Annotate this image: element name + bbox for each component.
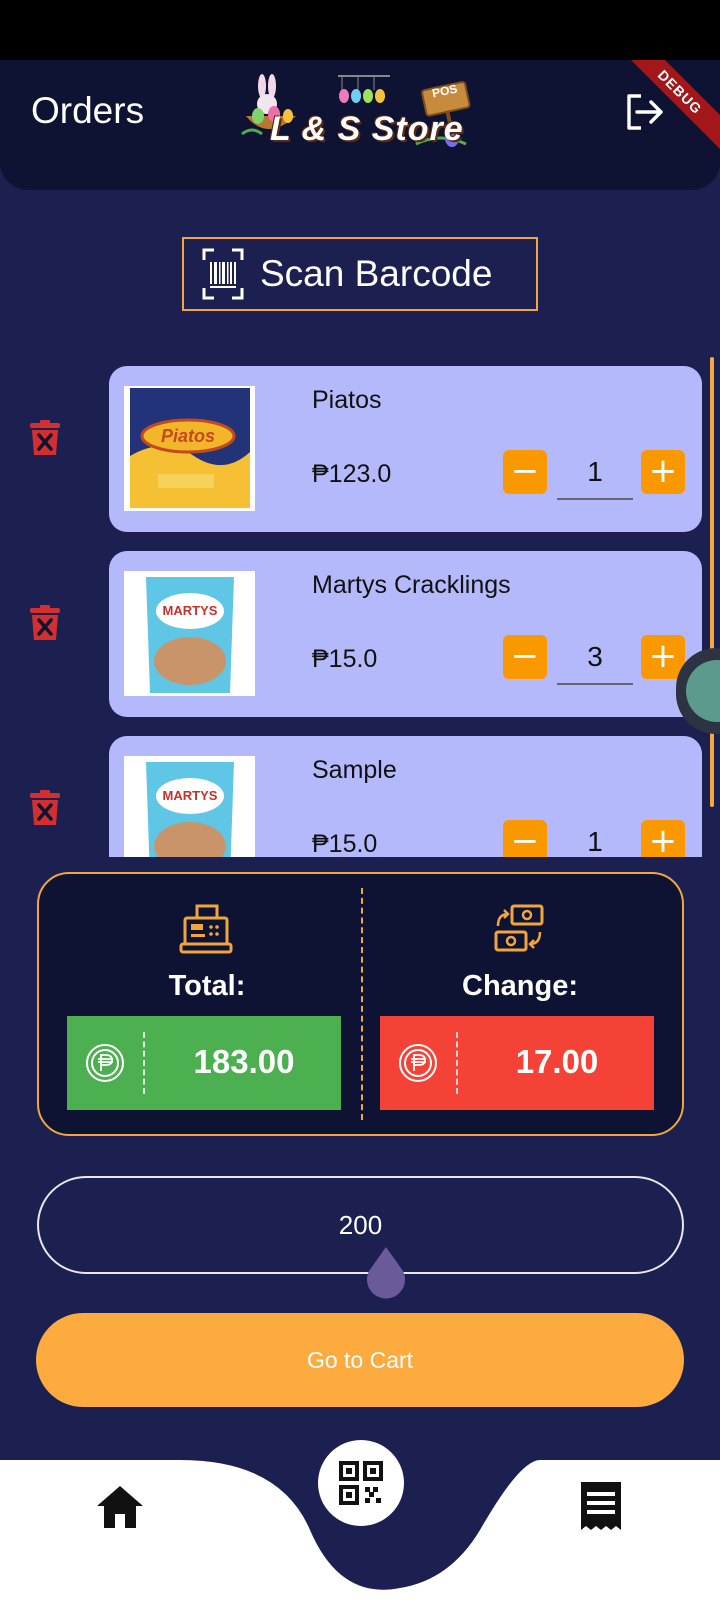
cash-register-icon [179, 904, 233, 954]
svg-text:MARTYS: MARTYS [163, 603, 218, 618]
change-label: Change: [462, 970, 578, 1002]
minus-icon: − [510, 636, 540, 676]
product-price: ₱15.0 [312, 830, 378, 857]
product-name: Sample [312, 756, 397, 784]
go-to-cart-button[interactable]: Go to Cart [36, 1313, 684, 1407]
product-price: ₱15.0 [312, 645, 378, 673]
peso-coin-icon [399, 1044, 437, 1082]
plus-button[interactable]: + [641, 450, 685, 494]
quantity-field[interactable]: 3 [557, 635, 633, 685]
peso-coin-icon [86, 1044, 124, 1082]
total-label: Total: [168, 970, 246, 1002]
status-bar [0, 0, 720, 60]
product-image: MARTYS [124, 756, 255, 857]
money-exchange-icon [494, 904, 544, 952]
plus-icon: + [648, 451, 678, 491]
product-name: Piatos [312, 386, 382, 414]
payment-summary: Total: 183.00 Change: 17.00 [37, 872, 684, 1136]
qr-code-icon [339, 1461, 383, 1505]
trash-icon[interactable] [26, 604, 64, 642]
page-title: Orders [31, 90, 145, 131]
change-section: Change: 17.00 [380, 874, 660, 1134]
list-item: MARTYS Martys Cracklings ₱15.0 − 3 + [0, 530, 720, 717]
plus-icon: + [648, 636, 678, 676]
product-image: Piatos [124, 386, 255, 511]
scan-barcode-button[interactable]: Scan Barcode [182, 237, 538, 311]
change-box: 17.00 [380, 1016, 654, 1110]
bubble-inner [686, 660, 720, 722]
total-box: 183.00 [67, 1016, 341, 1110]
product-card[interactable]: MARTYS Sample ₱15.0 − 1 + [109, 736, 702, 857]
total-value: 183.00 [193, 1043, 295, 1080]
svg-text:MARTYS: MARTYS [163, 788, 218, 803]
product-card[interactable]: MARTYS Martys Cracklings ₱15.0 − 3 + [109, 551, 702, 717]
barcode-scan-icon [202, 248, 244, 300]
cash-amount-input[interactable]: 200 [37, 1176, 684, 1274]
summary-divider [361, 888, 363, 1120]
minus-button[interactable]: − [503, 450, 547, 494]
logo-text: L & S Store [270, 110, 464, 148]
trash-icon[interactable] [26, 419, 64, 457]
minus-icon: − [510, 451, 540, 491]
order-list[interactable]: Piatos Piatos ₱123.0 − 1 + MARTYS Martys… [0, 345, 720, 857]
change-box-divider [456, 1032, 458, 1094]
scan-barcode-label: Scan Barcode [260, 253, 493, 294]
list-item: Piatos Piatos ₱123.0 − 1 + [0, 345, 720, 532]
qr-scan-button[interactable] [318, 1440, 404, 1526]
svg-text:Piatos: Piatos [161, 426, 215, 446]
minus-icon: − [510, 821, 540, 857]
product-price: ₱123.0 [312, 460, 392, 488]
total-box-divider [143, 1032, 145, 1094]
product-card[interactable]: Piatos Piatos ₱123.0 − 1 + [109, 366, 702, 532]
store-logo: L & S Store POS [240, 72, 480, 162]
product-name: Martys Cracklings [312, 571, 511, 599]
receipt-icon[interactable] [578, 1480, 624, 1532]
text-cursor-handle[interactable] [365, 1247, 407, 1299]
change-value: 17.00 [515, 1043, 599, 1080]
quantity-field[interactable]: 1 [557, 450, 633, 500]
trash-icon[interactable] [26, 789, 64, 827]
minus-button[interactable]: − [503, 820, 547, 857]
product-image: MARTYS [124, 571, 255, 696]
plus-icon: + [648, 821, 678, 857]
total-section: Total: 183.00 [67, 874, 347, 1134]
home-icon[interactable] [95, 1484, 145, 1530]
list-item: MARTYS Sample ₱15.0 − 1 + [0, 715, 720, 857]
quantity-field[interactable]: 1 [557, 820, 633, 857]
logout-icon[interactable] [623, 90, 667, 134]
plus-button[interactable]: + [641, 820, 685, 857]
minus-button[interactable]: − [503, 635, 547, 679]
app-bar: Orders L & S Store POS DEBUG [0, 60, 720, 190]
